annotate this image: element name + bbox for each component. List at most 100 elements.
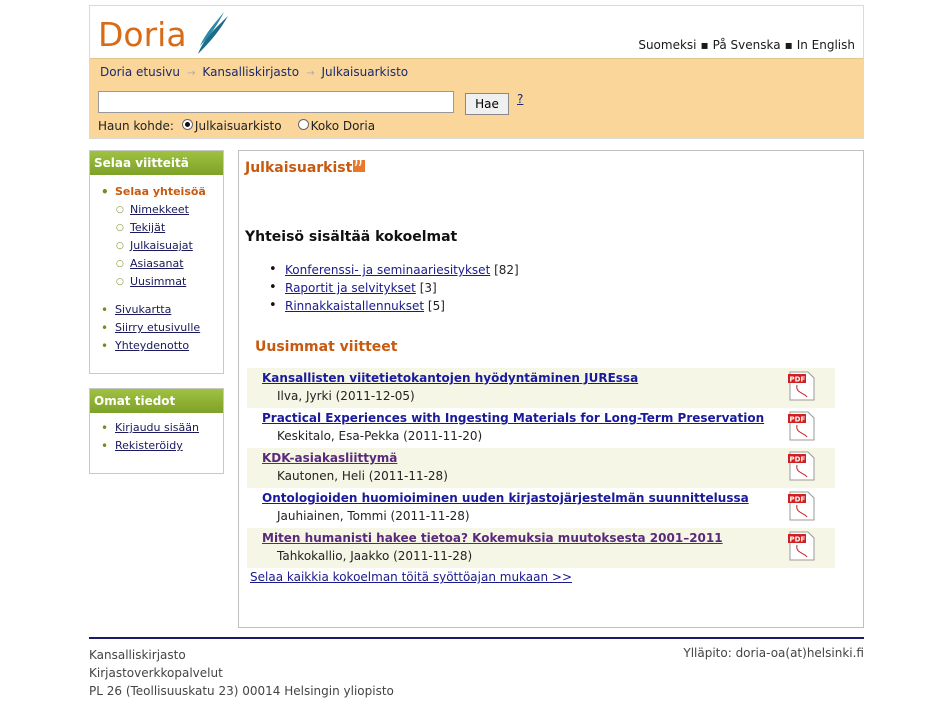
footer-address: Kansalliskirjasto Kirjastoverkkopalvelut… <box>89 646 394 700</box>
header: Doria Suomeksi ▪ På Svenska ▪ In English Dor… <box>89 5 864 139</box>
svg-text:PDF: PDF <box>790 496 806 504</box>
lang-sv-link[interactable]: På Svenska <box>713 38 781 52</box>
sidebar-link[interactable]: Julkaisuajat <box>130 239 193 252</box>
breadcrumb-bar: Doria etusivu → Kansalliskirjasto → Julkaisu… <box>90 58 863 138</box>
item-meta: Kautonen, Heli (2011-11-28) <box>277 469 448 483</box>
logo-bar: Doria Suomeksi ▪ På Svenska ▪ In English <box>90 6 863 58</box>
search-help-link[interactable]: ? <box>517 92 523 106</box>
scope-label: Haun kohde: <box>98 119 174 133</box>
footer-line: Kansalliskirjasto <box>89 648 186 662</box>
breadcrumb-arrow-icon: → <box>306 68 315 79</box>
svg-text:PDF: PDF <box>790 536 806 544</box>
logo-swoosh-icon <box>198 12 228 54</box>
sidebar-item-uusimmat: Uusimmat <box>90 273 223 291</box>
collection-count: [3] <box>419 281 437 295</box>
doria-logo[interactable]: Doria <box>98 15 187 54</box>
account-list: Kirjaudu sisään Rekisteröidy <box>90 413 223 455</box>
item-link[interactable]: Kansallisten viitetietokantojen hyödyntä… <box>262 371 638 385</box>
sidebar-item-nimekkeet: Nimekkeet <box>90 201 223 219</box>
sidebar-item-rekisteroidy: Rekisteröidy <box>90 437 223 455</box>
item-meta: Keskitalo, Esa-Pekka (2011-11-20) <box>277 429 483 443</box>
footer-divider <box>89 637 864 639</box>
sidebar-link[interactable]: Asiasanat <box>130 257 184 270</box>
svg-text:PDF: PDF <box>790 376 806 384</box>
breadcrumb-julkaisuarkisto[interactable]: Julkaisuarkisto <box>321 65 408 79</box>
sidebar-link[interactable]: Sivukartta <box>115 303 171 316</box>
breadcrumb-kansalliskirjasto[interactable]: Kansalliskirjasto <box>202 65 299 79</box>
browse-all-link[interactable]: Selaa kaikkia kokoelman töitä syöttöajan… <box>250 570 572 584</box>
item-title: Ontologioiden huomioiminen uuden kirjast… <box>262 491 749 505</box>
collection-count: [82] <box>494 263 519 277</box>
breadcrumb: Doria etusivu → Kansalliskirjasto → Julkaisu… <box>100 65 408 79</box>
footer-line: PL 26 (Teollisuuskatu 23) 00014 Helsingi… <box>89 684 394 698</box>
list-item: Kansallisten viitetietokantojen hyödyntä… <box>247 368 835 408</box>
register-link[interactable]: Rekisteröidy <box>115 439 183 452</box>
search-scope: Haun kohde: Julkaisuarkisto Koko Doria <box>98 119 375 133</box>
pdf-icon[interactable]: PDF <box>787 531 817 561</box>
item-title: Kansallisten viitetietokantojen hyödyntä… <box>262 371 638 385</box>
item-meta: Tahkokallio, Jaakko (2011-11-28) <box>277 549 473 563</box>
sidebar-item-tekijat: Tekijät <box>90 219 223 237</box>
list-item: Ontologioiden huomioiminen uuden kirjast… <box>247 488 835 528</box>
svg-text:PDF: PDF <box>790 456 806 464</box>
separator: ▪ <box>784 38 793 52</box>
login-link[interactable]: Kirjaudu sisään <box>115 421 199 434</box>
item-title: KDK-asiakasliittymä <box>262 451 397 465</box>
pdf-icon[interactable]: PDF <box>787 491 817 521</box>
collections-heading: Yhteisö sisältää kokoelmat <box>245 229 458 245</box>
scope-option-label: Koko Doria <box>310 119 376 133</box>
item-link[interactable]: KDK-asiakasliittymä <box>262 451 397 465</box>
sidebar-link[interactable]: Yhteydenotto <box>115 339 189 352</box>
sidebar-link[interactable]: Nimekkeet <box>130 203 189 216</box>
list-item: Miten humanisti hakee tietoa? Kokemuksia… <box>247 528 835 568</box>
collection-link[interactable]: Rinnakkaistallennukset <box>285 299 424 313</box>
pdf-icon[interactable]: PDF <box>787 411 817 441</box>
main-content: Julkaisuarkisto Yhteisö sisältää kokoelm… <box>238 150 864 628</box>
footer-maintainer: Ylläpito: doria-oa(at)helsinki.fi <box>683 646 864 660</box>
scope-radio-koko-doria[interactable] <box>297 119 309 130</box>
item-link[interactable]: Practical Experiences with Ingesting Mat… <box>262 411 764 425</box>
sidebar-item-kirjaudu: Kirjaudu sisään <box>90 419 223 437</box>
list-item: Rinnakkaistallennukset [5] <box>269 297 519 315</box>
item-title: Miten humanisti hakee tietoa? Kokemuksia… <box>262 531 723 545</box>
collection-count: [5] <box>427 299 445 313</box>
breadcrumb-arrow-icon: → <box>187 68 196 79</box>
sidebar-item-asiasanat: Asiasanat <box>90 255 223 273</box>
collections-list: Konferenssi- ja seminaariesitykset [82] … <box>269 261 519 315</box>
sidebar-item-selaa-yhteisoa: Selaa yhteisöä <box>90 183 223 201</box>
list-item: Konferenssi- ja seminaariesitykset [82] <box>269 261 519 279</box>
item-title: Practical Experiences with Ingesting Mat… <box>262 411 764 425</box>
collection-link[interactable]: Raportit ja selvitykset <box>285 281 416 295</box>
sidebar-link[interactable]: Siirry etusivulle <box>115 321 200 334</box>
list-item: Practical Experiences with Ingesting Mat… <box>247 408 835 448</box>
account-box: Omat tiedot Kirjaudu sisään Rekisteröidy <box>89 388 224 474</box>
item-link[interactable]: Miten humanisti hakee tietoa? Kokemuksia… <box>262 531 723 545</box>
browse-list: Selaa yhteisöä Nimekkeet Tekijät Julkais… <box>90 175 223 355</box>
item-link[interactable]: Ontologioiden huomioiminen uuden kirjast… <box>262 491 749 505</box>
sidebar-item-yhteydenotto: Yhteydenotto <box>90 337 223 355</box>
pdf-icon[interactable]: PDF <box>787 371 817 401</box>
breadcrumb-home[interactable]: Doria etusivu <box>100 65 180 79</box>
search-button[interactable]: Hae <box>465 93 509 115</box>
sidebar-item-sivukartta: Sivukartta <box>90 301 223 319</box>
sidebar-item-siirry-etusivulle: Siirry etusivulle <box>90 319 223 337</box>
scope-option-label: Julkaisuarkisto <box>194 119 282 133</box>
item-meta: Ilva, Jyrki (2011-12-05) <box>277 389 415 403</box>
lang-fi-link[interactable]: Suomeksi <box>638 38 696 52</box>
pdf-icon[interactable]: PDF <box>787 451 817 481</box>
language-selector: Suomeksi ▪ På Svenska ▪ In English <box>638 38 855 52</box>
rss-icon[interactable] <box>353 158 365 172</box>
collection-link[interactable]: Konferenssi- ja seminaariesitykset <box>285 263 490 277</box>
search-input[interactable] <box>98 91 454 113</box>
svg-text:PDF: PDF <box>790 416 806 424</box>
footer-line: Kirjastoverkkopalvelut <box>89 666 223 680</box>
lang-en-link[interactable]: In English <box>797 38 855 52</box>
recent-items-list: Kansallisten viitetietokantojen hyödyntä… <box>247 368 835 568</box>
sidebar-link[interactable]: Uusimmat <box>130 275 186 288</box>
browse-box-title: Selaa viitteitä <box>90 151 223 175</box>
sidebar-link[interactable]: Tekijät <box>130 221 165 234</box>
scope-radio-julkaisuarkisto[interactable] <box>181 119 193 130</box>
list-item: Raportit ja selvitykset [3] <box>269 279 519 297</box>
item-meta: Jauhiainen, Tommi (2011-11-28) <box>277 509 470 523</box>
account-box-title: Omat tiedot <box>90 389 223 413</box>
